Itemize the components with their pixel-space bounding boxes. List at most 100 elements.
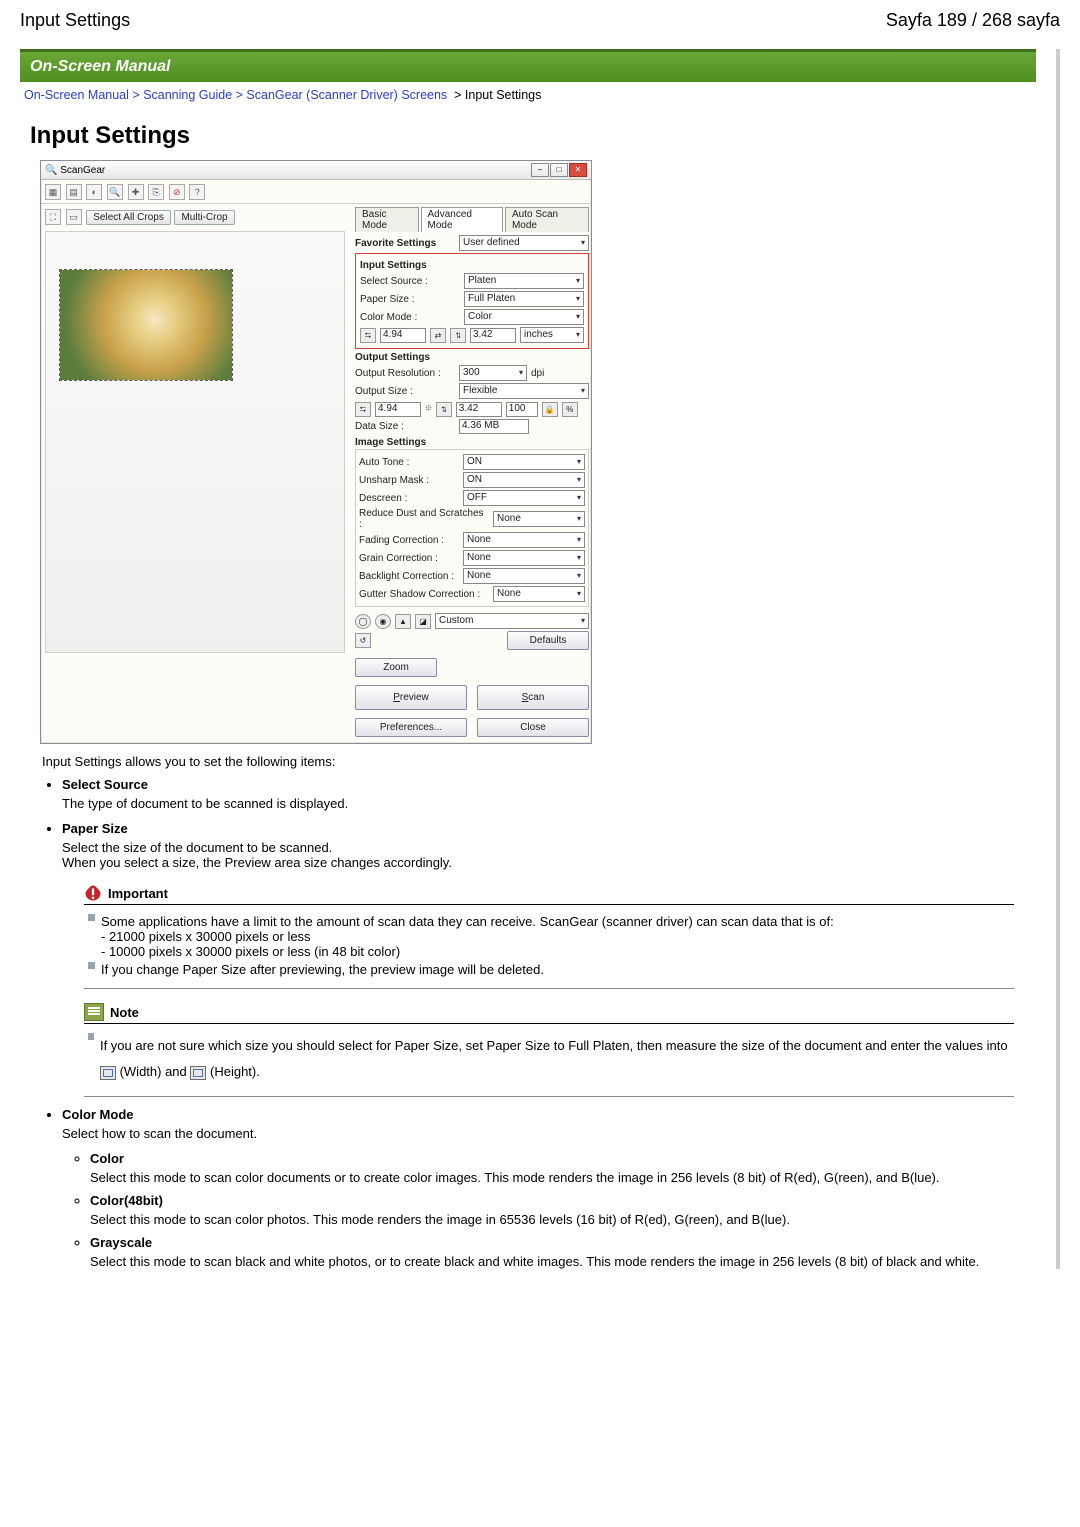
tool-icon[interactable]: ▤ xyxy=(66,184,82,200)
scan-button[interactable]: Scan xyxy=(477,685,589,710)
tab-auto-scan-mode[interactable]: Auto Scan Mode xyxy=(505,207,589,232)
tool-icon[interactable]: ⊘ xyxy=(169,184,185,200)
custom-select[interactable]: Custom xyxy=(435,613,589,629)
paper-size-title: Paper Size xyxy=(62,821,128,836)
unsharp-label: Unsharp Mask : xyxy=(359,475,459,486)
fading-select[interactable]: None xyxy=(463,532,585,548)
output-resolution-label: Output Resolution : xyxy=(355,368,455,379)
histogram-icon[interactable]: ▲ xyxy=(395,614,411,629)
favorite-settings-select[interactable]: User defined xyxy=(459,235,589,251)
note-text-d: (Height). xyxy=(210,1064,260,1079)
important-icon xyxy=(84,884,102,902)
grain-label: Grain Correction : xyxy=(359,553,459,564)
note-label: Note xyxy=(110,1005,139,1020)
multi-crop-button[interactable]: Multi-Crop xyxy=(174,210,234,225)
image-settings-heading: Image Settings xyxy=(355,437,589,448)
tab-basic-mode[interactable]: Basic Mode xyxy=(355,207,419,232)
lock-icon[interactable]: 🔒 xyxy=(542,402,558,417)
defaults-button[interactable]: Defaults xyxy=(507,631,589,650)
output-settings-heading: Output Settings xyxy=(355,352,589,363)
preferences-button[interactable]: Preferences... xyxy=(355,718,467,737)
preview-area[interactable] xyxy=(45,231,345,653)
select-source-select[interactable]: Platen xyxy=(464,273,584,289)
reset-icon[interactable]: ↺ xyxy=(355,633,371,648)
close-button[interactable]: Close xyxy=(477,718,589,737)
zoom-button[interactable]: Zoom xyxy=(355,658,437,677)
scale-icon[interactable]: % xyxy=(562,402,578,417)
out-height-input[interactable]: 3.42 xyxy=(456,402,502,417)
scangear-window: 🔍 ScanGear –□✕ ▦ ▤ ◐ 🔍 ✚ ⎘ ⊘ ? ⛶ ▭ Selec… xyxy=(40,160,592,744)
data-size-label: Data Size : xyxy=(355,421,455,432)
tool-icon[interactable]: ? xyxy=(189,184,205,200)
input-settings-panel: Input Settings Select Source :Platen Pap… xyxy=(355,253,589,349)
paper-size-label: Paper Size : xyxy=(360,294,460,305)
out-width-input[interactable]: 4.94 xyxy=(375,402,421,417)
bullet-icon xyxy=(88,962,95,969)
breadcrumb: On-Screen Manual > Scanning Guide > Scan… xyxy=(20,82,1036,108)
page-header-right: Sayfa 189 / 268 sayfa xyxy=(886,10,1060,31)
percent-input[interactable]: 100 xyxy=(506,402,538,417)
gutter-label: Gutter Shadow Correction : xyxy=(359,589,489,600)
paper-size-body: Select the size of the document to be sc… xyxy=(62,840,1036,870)
color-mode-title: Color Mode xyxy=(62,1107,134,1122)
minimize-icon[interactable]: – xyxy=(531,163,549,177)
color48-title: Color(48bit) xyxy=(90,1193,163,1208)
dust-select[interactable]: None xyxy=(493,511,585,527)
breadcrumb-link-manual[interactable]: On-Screen Manual xyxy=(24,88,129,102)
output-size-label: Output Size : xyxy=(355,386,455,397)
breadcrumb-link-scangear[interactable]: ScanGear (Scanner Driver) Screens xyxy=(246,88,447,102)
unit-select[interactable]: inches xyxy=(520,327,584,343)
backlight-select[interactable]: None xyxy=(463,568,585,584)
tab-advanced-mode[interactable]: Advanced Mode xyxy=(421,207,503,232)
color48-body: Select this mode to scan color photos. T… xyxy=(90,1212,1036,1227)
backlight-label: Backlight Correction : xyxy=(359,571,459,582)
crop-icon[interactable]: ▭ xyxy=(66,209,82,225)
breadcrumb-link-scanning[interactable]: Scanning Guide xyxy=(143,88,232,102)
tool-icon[interactable]: ▦ xyxy=(45,184,61,200)
note-text-b: measure the size of the document and ent… xyxy=(666,1038,1008,1053)
descreen-select[interactable]: OFF xyxy=(463,490,585,506)
close-icon[interactable]: ✕ xyxy=(569,163,587,177)
dpi-label: dpi xyxy=(531,368,544,379)
breadcrumb-current: Input Settings xyxy=(465,88,541,102)
scangear-toolbar: ▦ ▤ ◐ 🔍 ✚ ⎘ ⊘ ? xyxy=(41,180,591,204)
tool-icon[interactable]: ⎘ xyxy=(148,184,164,200)
page-header-left: Input Settings xyxy=(20,10,130,31)
maximize-icon[interactable]: □ xyxy=(550,163,568,177)
width-icon: ⮀ xyxy=(360,328,376,343)
swap-icon[interactable]: ⇄ xyxy=(430,328,446,343)
preview-button[interactable]: Preview xyxy=(355,685,467,710)
important-line2: If you change Paper Size after previewin… xyxy=(101,962,544,977)
color-mode-select[interactable]: Color xyxy=(464,309,584,325)
gutter-select[interactable]: None xyxy=(493,586,585,602)
height-field-icon xyxy=(190,1066,206,1080)
curve-icon[interactable]: ◯ xyxy=(355,614,371,629)
curve-icon[interactable]: ◉ xyxy=(375,614,391,629)
note-callout: Note If you are not sure which size you … xyxy=(84,999,1014,1097)
auto-tone-label: Auto Tone : xyxy=(359,457,459,468)
color-mode-body: Select how to scan the document. xyxy=(62,1126,1036,1141)
select-source-label: Select Source : xyxy=(360,276,460,287)
grayscale-title: Grayscale xyxy=(90,1235,152,1250)
crop-icon[interactable]: ⛶ xyxy=(45,209,61,225)
grayscale-body: Select this mode to scan black and white… xyxy=(90,1254,1036,1269)
height-input[interactable]: 3.42 xyxy=(470,328,516,343)
tool-icon[interactable]: ◐ xyxy=(86,184,102,200)
grain-select[interactable]: None xyxy=(463,550,585,566)
important-label: Important xyxy=(108,886,168,901)
width-input[interactable]: 4.94 xyxy=(380,328,426,343)
auto-tone-select[interactable]: ON xyxy=(463,454,585,470)
important-line1: Some applications have a limit to the am… xyxy=(101,914,834,929)
paper-size-select[interactable]: Full Platen xyxy=(464,291,584,307)
page-title: Input Settings xyxy=(30,122,1032,150)
tool-icon[interactable]: 🔍 xyxy=(107,184,123,200)
output-resolution-select[interactable]: 300 xyxy=(459,365,527,381)
select-all-crops-button[interactable]: Select All Crops xyxy=(86,210,171,225)
note-text-a: If you are not sure which size you shoul… xyxy=(100,1038,662,1053)
unsharp-select[interactable]: ON xyxy=(463,472,585,488)
output-size-select[interactable]: Flexible xyxy=(459,383,589,399)
bullet-icon xyxy=(88,914,95,921)
tool-icon[interactable]: ✚ xyxy=(128,184,144,200)
tone-icon[interactable]: ◪ xyxy=(415,614,431,629)
select-source-title: Select Source xyxy=(62,777,148,792)
